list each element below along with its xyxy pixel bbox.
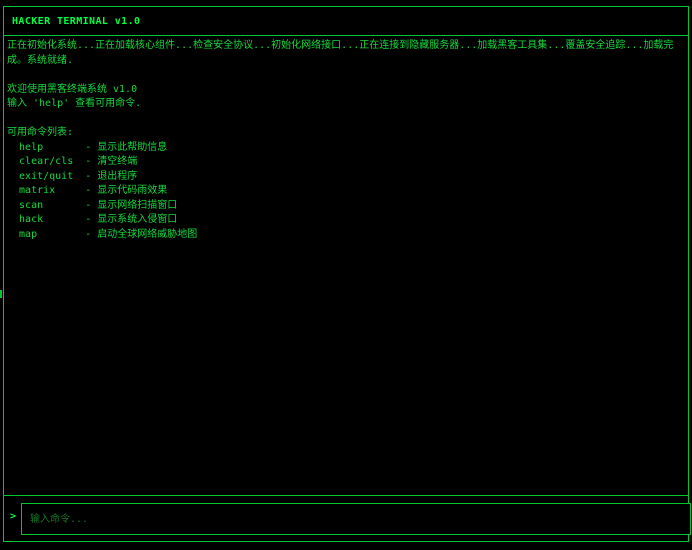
commands-header: 可用命令列表: — [7, 127, 74, 138]
command-item: clear/cls - 清空终端 — [7, 156, 138, 167]
command-item: scan - 显示网络扫描窗口 — [7, 199, 178, 211]
terminal-window: HACKER TERMINAL v1.0 正在初始化系统...正在加载核心组件.… — [3, 6, 691, 542]
command-input[interactable] — [21, 503, 691, 535]
app-title: HACKER TERMINAL v1.0 — [12, 15, 141, 27]
command-item: hack - 显示系统入侵窗口 — [7, 214, 178, 225]
terminal-output[interactable]: 正在初始化系统...正在加载核心组件...检查安全协议...初始化网络接口...… — [4, 36, 688, 502]
command-item: matrix - 显示代码雨效果 — [7, 185, 168, 196]
command-item: help - 显示此帮助信息 — [7, 141, 168, 153]
boot-line: 正在初始化系统...正在加载核心组件...检查安全协议...初始化网络接口...… — [7, 40, 674, 66]
command-item: exit/quit - 退出程序 — [7, 170, 138, 182]
window-edge-marker — [0, 290, 2, 298]
title-bar: HACKER TERMINAL v1.0 — [4, 7, 688, 36]
command-item: map - 启动全球网络威胁地图 — [7, 228, 198, 240]
prompt-symbol: > — [10, 511, 17, 522]
command-input-area: > — [4, 495, 691, 541]
hint-line: 输入 'help' 查看可用命令. — [7, 98, 142, 109]
welcome-line: 欢迎使用黑客终端系统 v1.0 — [7, 83, 138, 95]
